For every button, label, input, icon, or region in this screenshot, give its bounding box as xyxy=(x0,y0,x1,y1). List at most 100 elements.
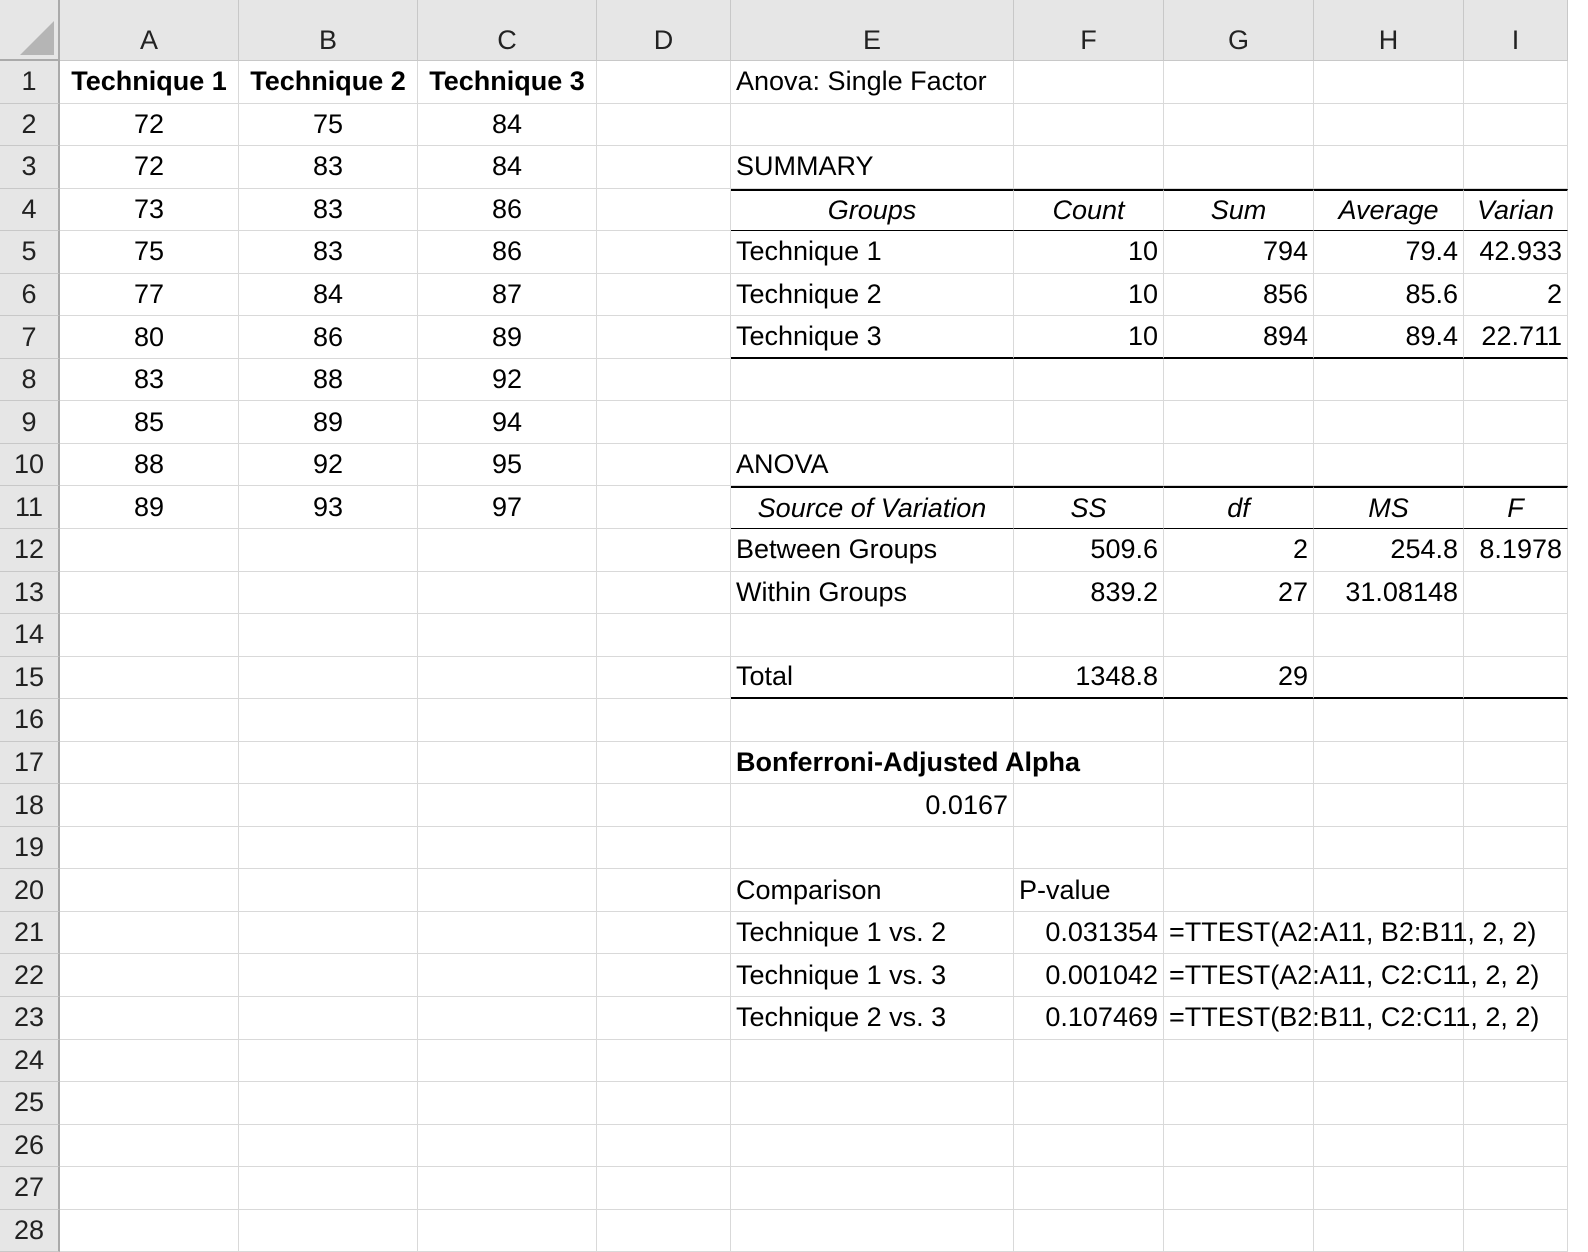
cell-I11[interactable]: F xyxy=(1464,486,1568,530)
cell-E27[interactable] xyxy=(731,1167,1014,1210)
column-header-D[interactable]: D xyxy=(597,0,731,61)
cell-G5[interactable]: 794 xyxy=(1164,231,1314,274)
cell-A20[interactable] xyxy=(60,869,239,912)
cell-I4[interactable]: Varian xyxy=(1464,188,1568,232)
cell-C7[interactable]: 89 xyxy=(418,316,597,359)
cell-E3[interactable]: SUMMARY xyxy=(731,146,1014,189)
cell-B20[interactable] xyxy=(239,869,418,912)
cell-A11[interactable]: 89 xyxy=(60,486,239,530)
cell-F20[interactable]: P-value xyxy=(1014,869,1164,912)
cell-F14[interactable] xyxy=(1014,614,1164,657)
cell-F9[interactable] xyxy=(1014,401,1164,444)
cell-C26[interactable] xyxy=(418,1124,597,1168)
cell-F23[interactable]: 0.107469 xyxy=(1014,997,1164,1040)
cell-G3[interactable] xyxy=(1164,146,1314,189)
cell-G17[interactable] xyxy=(1164,741,1314,785)
cell-H16[interactable] xyxy=(1314,699,1464,742)
cell-B17[interactable] xyxy=(239,741,418,785)
cell-A6[interactable]: 77 xyxy=(60,273,239,317)
cell-F15[interactable]: 1348.8 xyxy=(1014,656,1164,700)
cell-F24[interactable] xyxy=(1014,1039,1164,1083)
cell-I2[interactable] xyxy=(1464,103,1568,147)
cell-H10[interactable] xyxy=(1314,443,1464,487)
cell-A10[interactable]: 88 xyxy=(60,443,239,487)
column-header-H[interactable]: H xyxy=(1314,0,1464,61)
cell-B10[interactable]: 92 xyxy=(239,443,418,487)
cell-E10[interactable]: ANOVA xyxy=(731,443,1014,487)
cell-D28[interactable] xyxy=(597,1209,731,1252)
cell-A4[interactable]: 73 xyxy=(60,188,239,232)
cell-G22[interactable]: =TTEST(A2:A11, C2:C11, 2, 2) xyxy=(1164,954,1539,998)
cell-H24[interactable] xyxy=(1314,1039,1464,1083)
cell-D14[interactable] xyxy=(597,614,731,657)
cell-A13[interactable] xyxy=(60,571,239,615)
row-header-4[interactable]: 4 xyxy=(0,188,60,232)
cell-I19[interactable] xyxy=(1464,826,1568,870)
cell-D27[interactable] xyxy=(597,1167,731,1210)
cell-B18[interactable] xyxy=(239,784,418,827)
cell-H28[interactable] xyxy=(1314,1209,1464,1252)
cell-H7[interactable]: 89.4 xyxy=(1314,316,1464,359)
cell-A17[interactable] xyxy=(60,741,239,785)
cell-D15[interactable] xyxy=(597,656,731,700)
cell-C13[interactable] xyxy=(418,571,597,615)
cell-C23[interactable] xyxy=(418,997,597,1040)
cell-H12[interactable]: 254.8 xyxy=(1314,529,1464,572)
cell-H4[interactable]: Average xyxy=(1314,188,1464,232)
row-header-14[interactable]: 14 xyxy=(0,614,60,657)
cell-D11[interactable] xyxy=(597,486,731,530)
cell-A14[interactable] xyxy=(60,614,239,657)
cell-D2[interactable] xyxy=(597,103,731,147)
row-header-17[interactable]: 17 xyxy=(0,741,60,785)
cell-H6[interactable]: 85.6 xyxy=(1314,273,1464,317)
cell-F8[interactable] xyxy=(1014,358,1164,402)
cell-C15[interactable] xyxy=(418,656,597,700)
row-header-25[interactable]: 25 xyxy=(0,1082,60,1125)
cell-H14[interactable] xyxy=(1314,614,1464,657)
cell-E1[interactable]: Anova: Single Factor xyxy=(731,61,1014,104)
cell-G16[interactable] xyxy=(1164,699,1314,742)
cell-F1[interactable] xyxy=(1014,61,1164,104)
cell-E17[interactable]: Bonferroni-Adjusted Alpha xyxy=(731,741,1080,785)
column-header-B[interactable]: B xyxy=(239,0,418,61)
cell-E24[interactable] xyxy=(731,1039,1014,1083)
cell-I8[interactable] xyxy=(1464,358,1568,402)
cell-E15[interactable]: Total xyxy=(731,656,1014,700)
cell-F3[interactable] xyxy=(1014,146,1164,189)
cell-H26[interactable] xyxy=(1314,1124,1464,1168)
cell-A12[interactable] xyxy=(60,529,239,572)
cell-E9[interactable] xyxy=(731,401,1014,444)
cell-C5[interactable]: 86 xyxy=(418,231,597,274)
row-header-23[interactable]: 23 xyxy=(0,997,60,1040)
cell-G11[interactable]: df xyxy=(1164,486,1314,530)
cell-I16[interactable] xyxy=(1464,699,1568,742)
cell-F18[interactable] xyxy=(1014,784,1164,827)
cell-A25[interactable] xyxy=(60,1082,239,1125)
cell-A2[interactable]: 72 xyxy=(60,103,239,147)
cell-D8[interactable] xyxy=(597,358,731,402)
cell-C6[interactable]: 87 xyxy=(418,273,597,317)
cell-D9[interactable] xyxy=(597,401,731,444)
row-header-5[interactable]: 5 xyxy=(0,231,60,274)
cell-E19[interactable] xyxy=(731,826,1014,870)
cell-D13[interactable] xyxy=(597,571,731,615)
cell-C10[interactable]: 95 xyxy=(418,443,597,487)
cell-I17[interactable] xyxy=(1464,741,1568,785)
cell-C9[interactable]: 94 xyxy=(418,401,597,444)
cell-A1[interactable]: Technique 1 xyxy=(60,61,239,104)
cell-G14[interactable] xyxy=(1164,614,1314,657)
cell-A21[interactable] xyxy=(60,911,239,955)
cell-C4[interactable]: 86 xyxy=(418,188,597,232)
column-header-I[interactable]: I xyxy=(1464,0,1568,61)
cell-D10[interactable] xyxy=(597,443,731,487)
cell-F28[interactable] xyxy=(1014,1209,1164,1252)
cell-E20[interactable]: Comparison xyxy=(731,869,1014,912)
row-header-18[interactable]: 18 xyxy=(0,784,60,827)
cell-E14[interactable] xyxy=(731,614,1014,657)
cell-F19[interactable] xyxy=(1014,826,1164,870)
row-header-24[interactable]: 24 xyxy=(0,1039,60,1083)
cell-C11[interactable]: 97 xyxy=(418,486,597,530)
cell-D5[interactable] xyxy=(597,231,731,274)
cell-D7[interactable] xyxy=(597,316,731,359)
cell-F11[interactable]: SS xyxy=(1014,486,1164,530)
